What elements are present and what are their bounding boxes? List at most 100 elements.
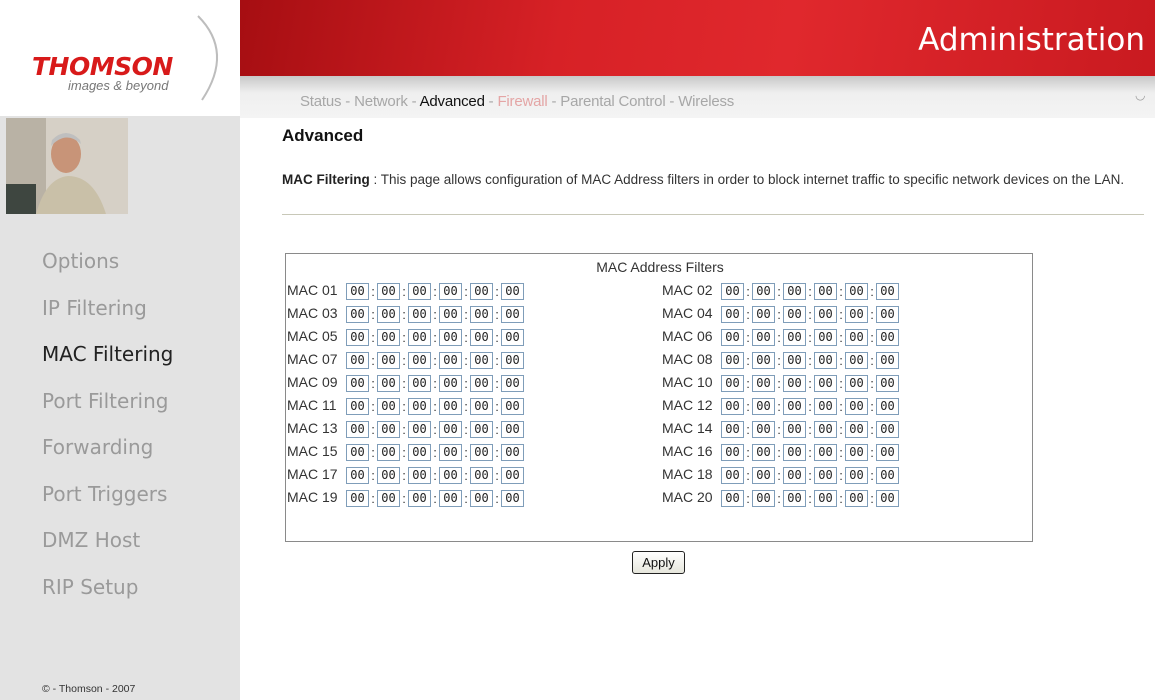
- mac-octet-input[interactable]: 00: [845, 282, 868, 300]
- mac-octet-input[interactable]: 00: [470, 328, 493, 346]
- mac-octet-input[interactable]: 00: [377, 466, 400, 484]
- mac-octet-input[interactable]: 00: [439, 466, 462, 484]
- mac-octet-input[interactable]: 00: [377, 420, 400, 438]
- mac-octet-input[interactable]: 00: [721, 443, 744, 461]
- mac-octet-input[interactable]: 00: [501, 374, 524, 392]
- mac-octet-input[interactable]: 00: [346, 397, 369, 415]
- mac-octet-input[interactable]: 00: [346, 351, 369, 369]
- mac-octet-input[interactable]: 00: [408, 328, 431, 346]
- mac-octet-input[interactable]: 00: [814, 305, 837, 323]
- mac-octet-input[interactable]: 00: [814, 374, 837, 392]
- mac-octet-input[interactable]: 00: [783, 466, 806, 484]
- sidebar-item-ip-filtering[interactable]: IP Filtering: [42, 293, 173, 340]
- mac-octet-input[interactable]: 00: [470, 397, 493, 415]
- mac-octet-input[interactable]: 00: [721, 466, 744, 484]
- mac-octet-input[interactable]: 00: [845, 489, 868, 507]
- mac-octet-input[interactable]: 00: [501, 397, 524, 415]
- mac-octet-input[interactable]: 00: [876, 397, 899, 415]
- mac-octet-input[interactable]: 00: [876, 443, 899, 461]
- sidebar-item-port-triggers[interactable]: Port Triggers: [42, 479, 173, 526]
- mac-octet-input[interactable]: 00: [439, 305, 462, 323]
- mac-octet-input[interactable]: 00: [876, 374, 899, 392]
- sidebar-item-rip-setup[interactable]: RIP Setup: [42, 572, 173, 619]
- mac-octet-input[interactable]: 00: [845, 397, 868, 415]
- topnav-advanced[interactable]: Advanced: [420, 93, 485, 110]
- mac-octet-input[interactable]: 00: [783, 351, 806, 369]
- mac-octet-input[interactable]: 00: [377, 328, 400, 346]
- mac-octet-input[interactable]: 00: [721, 328, 744, 346]
- mac-octet-input[interactable]: 00: [876, 420, 899, 438]
- mac-octet-input[interactable]: 00: [470, 443, 493, 461]
- mac-octet-input[interactable]: 00: [814, 466, 837, 484]
- mac-octet-input[interactable]: 00: [501, 305, 524, 323]
- mac-octet-input[interactable]: 00: [814, 397, 837, 415]
- mac-octet-input[interactable]: 00: [721, 305, 744, 323]
- mac-octet-input[interactable]: 00: [876, 305, 899, 323]
- mac-octet-input[interactable]: 00: [439, 397, 462, 415]
- mac-octet-input[interactable]: 00: [346, 305, 369, 323]
- mac-octet-input[interactable]: 00: [501, 282, 524, 300]
- mac-octet-input[interactable]: 00: [408, 282, 431, 300]
- mac-octet-input[interactable]: 00: [377, 443, 400, 461]
- mac-octet-input[interactable]: 00: [814, 328, 837, 346]
- mac-octet-input[interactable]: 00: [408, 397, 431, 415]
- mac-octet-input[interactable]: 00: [814, 282, 837, 300]
- mac-octet-input[interactable]: 00: [346, 489, 369, 507]
- mac-octet-input[interactable]: 00: [752, 397, 775, 415]
- mac-octet-input[interactable]: 00: [783, 443, 806, 461]
- mac-octet-input[interactable]: 00: [439, 489, 462, 507]
- mac-octet-input[interactable]: 00: [470, 282, 493, 300]
- mac-octet-input[interactable]: 00: [783, 328, 806, 346]
- mac-octet-input[interactable]: 00: [377, 397, 400, 415]
- mac-octet-input[interactable]: 00: [752, 466, 775, 484]
- mac-octet-input[interactable]: 00: [752, 489, 775, 507]
- mac-octet-input[interactable]: 00: [377, 282, 400, 300]
- mac-octet-input[interactable]: 00: [845, 466, 868, 484]
- sidebar-item-mac-filtering[interactable]: MAC Filtering: [42, 339, 173, 386]
- mac-octet-input[interactable]: 00: [439, 351, 462, 369]
- mac-octet-input[interactable]: 00: [501, 351, 524, 369]
- mac-octet-input[interactable]: 00: [814, 489, 837, 507]
- mac-octet-input[interactable]: 00: [470, 305, 493, 323]
- mac-octet-input[interactable]: 00: [377, 489, 400, 507]
- topnav-network[interactable]: Network: [354, 93, 408, 110]
- mac-octet-input[interactable]: 00: [876, 282, 899, 300]
- sidebar-item-options[interactable]: Options: [42, 246, 173, 293]
- mac-octet-input[interactable]: 00: [845, 351, 868, 369]
- mac-octet-input[interactable]: 00: [752, 305, 775, 323]
- mac-octet-input[interactable]: 00: [845, 328, 868, 346]
- mac-octet-input[interactable]: 00: [752, 443, 775, 461]
- mac-octet-input[interactable]: 00: [439, 443, 462, 461]
- topnav-status[interactable]: Status: [300, 93, 342, 110]
- mac-octet-input[interactable]: 00: [814, 420, 837, 438]
- mac-octet-input[interactable]: 00: [346, 282, 369, 300]
- mac-octet-input[interactable]: 00: [814, 351, 837, 369]
- mac-octet-input[interactable]: 00: [346, 328, 369, 346]
- mac-octet-input[interactable]: 00: [408, 420, 431, 438]
- mac-octet-input[interactable]: 00: [408, 305, 431, 323]
- mac-octet-input[interactable]: 00: [876, 466, 899, 484]
- mac-octet-input[interactable]: 00: [439, 420, 462, 438]
- mac-octet-input[interactable]: 00: [408, 489, 431, 507]
- mac-octet-input[interactable]: 00: [845, 420, 868, 438]
- mac-octet-input[interactable]: 00: [346, 374, 369, 392]
- mac-octet-input[interactable]: 00: [470, 420, 493, 438]
- mac-octet-input[interactable]: 00: [721, 420, 744, 438]
- mac-octet-input[interactable]: 00: [408, 466, 431, 484]
- mac-octet-input[interactable]: 00: [876, 489, 899, 507]
- mac-octet-input[interactable]: 00: [845, 305, 868, 323]
- mac-octet-input[interactable]: 00: [377, 351, 400, 369]
- mac-octet-input[interactable]: 00: [439, 328, 462, 346]
- mac-octet-input[interactable]: 00: [439, 374, 462, 392]
- mac-octet-input[interactable]: 00: [408, 443, 431, 461]
- mac-octet-input[interactable]: 00: [346, 443, 369, 461]
- mac-octet-input[interactable]: 00: [721, 374, 744, 392]
- mac-octet-input[interactable]: 00: [752, 374, 775, 392]
- mac-octet-input[interactable]: 00: [470, 489, 493, 507]
- mac-octet-input[interactable]: 00: [470, 374, 493, 392]
- sidebar-item-dmz-host[interactable]: DMZ Host: [42, 525, 173, 572]
- mac-octet-input[interactable]: 00: [721, 489, 744, 507]
- mac-octet-input[interactable]: 00: [752, 282, 775, 300]
- mac-octet-input[interactable]: 00: [721, 282, 744, 300]
- mac-octet-input[interactable]: 00: [346, 466, 369, 484]
